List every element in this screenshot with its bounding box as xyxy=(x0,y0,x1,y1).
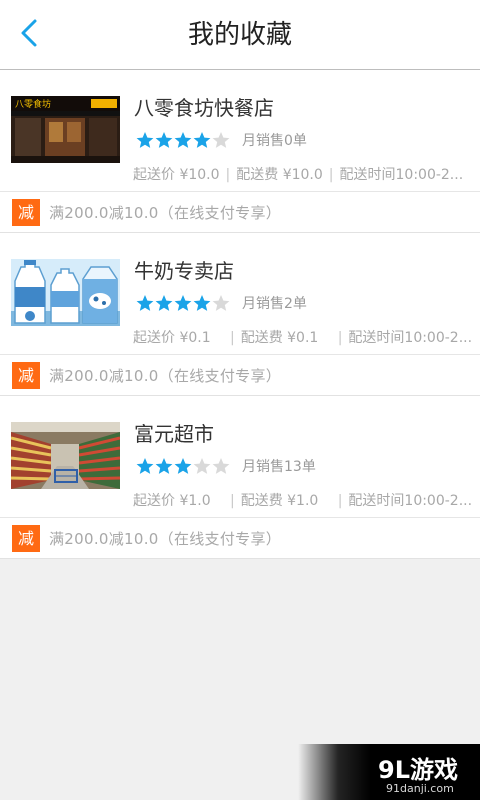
svg-text:八零食坊: 八零食坊 xyxy=(15,98,51,110)
min-order-price: 起送价 ¥0.1 xyxy=(133,330,224,346)
star-icon xyxy=(174,295,192,311)
favorites-list: 八零食坊 八零食坊快餐店 月销售0单 起送价 ¥10.0 | 配送费 ¥10.0 | 配… xyxy=(0,70,480,559)
delivery-time: 配送时间10:00-2... xyxy=(348,493,473,509)
rating-row: 月销售13单 xyxy=(136,456,316,476)
star-icon xyxy=(174,132,192,148)
star-icon xyxy=(193,295,211,311)
store-card: 富元超市 月销售13单 起送价 ¥1.0 | 配送费 ¥1.0 | 配送时间10:0… xyxy=(0,396,480,559)
min-order-price: 起送价 ¥10.0 xyxy=(133,167,220,183)
store-name: 牛奶专卖店 xyxy=(134,259,234,283)
store-image xyxy=(11,259,120,326)
star-icon xyxy=(212,132,230,148)
store-name: 富元超市 xyxy=(134,422,214,446)
star-icon xyxy=(155,295,173,311)
delivery-time: 配送时间10:00-2... xyxy=(348,330,473,346)
promo-text: 满200.0减10.0（在线支付专享） xyxy=(49,530,282,548)
monthly-sales: 月销售13单 xyxy=(242,459,316,475)
min-order-price: 起送价 ¥1.0 xyxy=(133,493,224,509)
store-image xyxy=(11,422,120,489)
store-item[interactable]: 富元超市 月销售13单 起送价 ¥1.0 | 配送费 ¥1.0 | 配送时间10:0… xyxy=(0,396,480,518)
promo-row: 减 满200.0减10.0（在线支付专享） xyxy=(0,355,480,396)
discount-badge: 减 xyxy=(12,525,40,552)
watermark-url: 91danji.com xyxy=(386,782,454,795)
star-icon xyxy=(136,295,154,311)
star-icon xyxy=(155,458,173,474)
promo-row: 减 满200.0减10.0（在线支付专享） xyxy=(0,192,480,233)
watermark: 9L游戏 91danji.com xyxy=(298,744,480,800)
star-rating xyxy=(136,457,231,475)
star-icon xyxy=(136,132,154,148)
watermark-logo: 9L游戏 xyxy=(378,756,458,784)
page-title: 我的收藏 xyxy=(187,20,292,50)
star-rating xyxy=(136,131,231,149)
star-icon xyxy=(193,132,211,148)
store-image: 八零食坊 xyxy=(11,96,120,163)
store-item[interactable]: 八零食坊 八零食坊快餐店 月销售0单 起送价 ¥10.0 | 配送费 ¥10.0 | 配… xyxy=(0,70,480,192)
star-icon xyxy=(212,458,230,474)
divider: | xyxy=(337,330,343,346)
monthly-sales: 月销售2单 xyxy=(242,296,307,312)
delivery-info: 起送价 ¥0.1 | 配送费 ¥0.1 | 配送时间10:00-2... xyxy=(133,327,473,347)
monthly-sales: 月销售0单 xyxy=(242,133,307,149)
star-icon xyxy=(212,295,230,311)
rating-row: 月销售2单 xyxy=(136,293,307,313)
store-item[interactable]: 牛奶专卖店 月销售2单 起送价 ¥0.1 | 配送费 ¥0.1 | 配送时间10:0… xyxy=(0,233,480,355)
store-name: 八零食坊快餐店 xyxy=(134,96,274,120)
delivery-info: 起送价 ¥10.0 | 配送费 ¥10.0 | 配送时间10:00-2... xyxy=(133,164,473,184)
star-icon xyxy=(136,458,154,474)
star-rating xyxy=(136,294,231,312)
delivery-time: 配送时间10:00-2... xyxy=(339,167,464,183)
divider: | xyxy=(337,493,343,509)
delivery-info: 起送价 ¥1.0 | 配送费 ¥1.0 | 配送时间10:00-2... xyxy=(133,490,473,510)
divider: | xyxy=(229,493,235,509)
delivery-fee: 配送费 ¥10.0 xyxy=(236,167,323,183)
delivery-fee: 配送费 ¥1.0 xyxy=(240,493,332,509)
promo-text: 满200.0减10.0（在线支付专享） xyxy=(49,204,282,222)
divider: | xyxy=(328,167,334,183)
promo-row: 减 满200.0减10.0（在线支付专享） xyxy=(0,518,480,559)
star-icon xyxy=(193,458,211,474)
star-icon xyxy=(174,458,192,474)
discount-badge: 减 xyxy=(12,199,40,226)
divider: | xyxy=(225,167,231,183)
top-bar: 我的收藏 xyxy=(0,0,480,70)
store-card: 八零食坊 八零食坊快餐店 月销售0单 起送价 ¥10.0 | 配送费 ¥10.0 | 配… xyxy=(0,70,480,233)
divider: | xyxy=(229,330,235,346)
discount-badge: 减 xyxy=(12,362,40,389)
star-icon xyxy=(155,132,173,148)
delivery-fee: 配送费 ¥0.1 xyxy=(240,330,332,346)
promo-text: 满200.0减10.0（在线支付专享） xyxy=(49,367,282,385)
store-card: 牛奶专卖店 月销售2单 起送价 ¥0.1 | 配送费 ¥0.1 | 配送时间10:0… xyxy=(0,233,480,396)
rating-row: 月销售0单 xyxy=(136,130,307,150)
